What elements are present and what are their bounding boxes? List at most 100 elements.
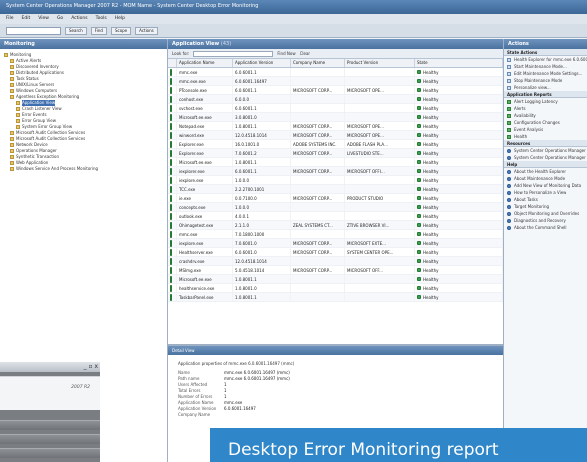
table-row[interactable]: PTconsole.exe 6.0.6001.1 MICROSOFT CORP...…	[168, 86, 503, 95]
state-cell: Healthy	[415, 212, 503, 220]
toolbar-actions-button[interactable]: Actions	[135, 26, 158, 35]
table-row[interactable]: Explorer.exe 16.0.1001.0 ADOBE SYSTEMS INC…	[168, 140, 503, 149]
menu-item-edit[interactable]: Edit	[22, 16, 31, 22]
action-item[interactable]: Stop Maintenance Mode	[504, 77, 587, 84]
action-item[interactable]: Diagnostics and Recovery	[504, 217, 587, 224]
action-item[interactable]: Personalize view...	[504, 84, 587, 91]
toolbar-scope-button[interactable]: Scope	[110, 26, 132, 35]
table-cell: MICROSOFT OPE...	[345, 131, 415, 139]
healthy-check-icon	[417, 70, 421, 74]
table-row[interactable]: concepts.exe 1.0.0.0 Healthy	[168, 203, 503, 212]
menu-item-help[interactable]: Help	[115, 16, 125, 22]
action-item[interactable]: About the Health Explorer	[504, 168, 587, 175]
overlay-text: 2007 R2	[71, 385, 90, 390]
table-row[interactable]: Microsoft.ee.exe 3.0.8001.0 Healthy	[168, 113, 503, 122]
application-icon	[170, 123, 172, 130]
table-row[interactable]: Notepad.exe 1.0.8001.1 MICROSOFT CORP... MI…	[168, 122, 503, 131]
table-row[interactable]: mmc.exe 6.0.6001.1 Healthy	[168, 68, 503, 77]
table-cell: MICROSOFT CORP...	[291, 131, 345, 139]
help-icon	[507, 211, 511, 216]
table-row[interactable]: TCC.exe 2.2.2700.1001 Healthy	[168, 185, 503, 194]
table-row[interactable]: healthservice.exe 1.0.8001.0 Healthy	[168, 284, 503, 293]
action-item[interactable]: System Center Operations Manager Online	[504, 154, 587, 161]
table-cell	[345, 203, 415, 211]
table-row[interactable]: Microsoft.ee.exe 1.0.8001.1 Healthy	[168, 158, 503, 167]
menu-item-view[interactable]: View	[38, 16, 49, 22]
table-cell: SYSTEM CENTER OPE...	[345, 248, 415, 256]
application-icon	[170, 258, 172, 265]
column-header[interactable]: Company Name	[291, 59, 345, 67]
table-cell: 1.0.8001.1	[233, 293, 291, 301]
table-row[interactable]: iexplorer.exe 6.0.6001.1 MICROSOFT CORP...…	[168, 167, 503, 176]
table-cell: TCC.exe	[177, 185, 233, 193]
action-item[interactable]: Event Analysis	[504, 126, 587, 133]
toolbar-search-button[interactable]: Search	[65, 26, 87, 35]
row-icon-cell	[168, 131, 177, 139]
column-header[interactable]	[168, 59, 177, 67]
table-row[interactable]: TaskbarPanel.exe 1.0.8001.1 Healthy	[168, 293, 503, 302]
action-item[interactable]: Availability	[504, 112, 587, 119]
table-row[interactable]: crashdrv.exe 12.0.4518.1014 Healthy	[168, 257, 503, 266]
state-label: Healthy	[423, 258, 439, 264]
banner-text: Desktop Error Monitoring report	[228, 440, 499, 460]
folder-icon	[10, 89, 14, 93]
action-item[interactable]: How to Personalize a View	[504, 189, 587, 196]
menu-item-tools[interactable]: Tools	[96, 16, 107, 22]
table-row[interactable]: mmc.exe 7.0.1800.1000 Healthy	[168, 230, 503, 239]
table-row[interactable]: iexplore.exe 7.0.6001.0 MICROSOFT CORP... M…	[168, 239, 503, 248]
menu-item-actions[interactable]: Actions	[71, 16, 87, 22]
table-cell: 7.0.6001.2	[233, 149, 291, 157]
menu-item-file[interactable]: File	[6, 16, 14, 22]
state-cell: Healthy	[415, 194, 503, 202]
table-row[interactable]: winword.exe 12.0.4518.1014 MICROSOFT CORP.…	[168, 131, 503, 140]
column-header[interactable]: Application Name	[177, 59, 233, 67]
find-now-button[interactable]: Find Now	[277, 51, 295, 57]
view-title: Application View	[172, 41, 220, 47]
table-row[interactable]: iexplore.exe 1.0.0.0 Healthy	[168, 176, 503, 185]
action-item[interactable]: About Maintenance Mode	[504, 175, 587, 182]
look-for-input[interactable]	[193, 50, 274, 57]
task-icon	[507, 64, 511, 69]
table-row[interactable]: Healthserver.exe 6.0.6001.0 MICROSOFT CORP…	[168, 248, 503, 257]
window-controls[interactable]: _ ▫ x	[84, 363, 98, 370]
action-item[interactable]: Add New View of Monitoring Data	[504, 182, 587, 189]
table-row[interactable]: MSImg.exe 5.0.4518.1014 MICROSOFT CORP... M…	[168, 266, 503, 275]
table-row[interactable]: mmc.exe.exe 6.0.6001.16497 Healthy	[168, 77, 503, 86]
action-item[interactable]: Health	[504, 133, 587, 140]
overlay-bar	[0, 420, 100, 430]
column-header[interactable]: Product Version	[345, 59, 415, 67]
table-cell: Explorer.exe	[177, 140, 233, 148]
column-header[interactable]: Application Version	[233, 59, 291, 67]
table-cell	[345, 257, 415, 265]
actions-section-title: Application Reports	[504, 91, 587, 98]
row-icon-cell	[168, 104, 177, 112]
action-item[interactable]: About Tasks	[504, 196, 587, 203]
table-row[interactable]: ie.exe 0.0.7100.0 MICROSOFT CORP... PRODUCT…	[168, 194, 503, 203]
action-item[interactable]: Target Monitoring	[504, 203, 587, 210]
table-row[interactable]: conhost.exe 6.0.0.0 Healthy	[168, 95, 503, 104]
table-row[interactable]: Microsoft.ee.exe 1.0.8001.1 Healthy	[168, 275, 503, 284]
healthy-check-icon	[417, 79, 421, 83]
menu-item-go[interactable]: Go	[57, 16, 63, 22]
table-row[interactable]: outlook.exe 4.0.0.1 Healthy	[168, 212, 503, 221]
clear-button[interactable]: Clear	[300, 51, 310, 57]
table-row[interactable]: Ohimagetest.exe 2.1.1.0 ZEAL SYSTEMS CT...…	[168, 221, 503, 230]
table-row[interactable]: svchost.exe 6.0.6001.1 Healthy	[168, 104, 503, 113]
action-item[interactable]: Alert Logging Latency	[504, 98, 587, 105]
toolbar-find-button[interactable]: Find	[90, 26, 107, 35]
application-icon	[170, 177, 172, 184]
row-icon-cell	[168, 167, 177, 175]
action-item[interactable]: Start Maintenance Mode...	[504, 63, 587, 70]
search-input[interactable]	[6, 26, 61, 35]
action-item[interactable]: Edit Maintenance Mode Settings...	[504, 70, 587, 77]
action-item[interactable]: About the Command Shell	[504, 224, 587, 231]
action-item[interactable]: Object Monitoring and Overrides	[504, 210, 587, 217]
action-item[interactable]: System Center Operations Manager Online	[504, 147, 587, 154]
action-item[interactable]: Health Explorer for mmc.exe 6.0.6001.164…	[504, 56, 587, 63]
column-header[interactable]: State	[415, 59, 503, 67]
action-item[interactable]: Alerts	[504, 105, 587, 112]
application-icon	[170, 213, 172, 220]
tree-item[interactable]: Windows Service And Process Monitoring	[0, 166, 167, 172]
action-item[interactable]: Configuration Changes	[504, 119, 587, 126]
table-row[interactable]: Explorer.exe 7.0.6001.2 MICROSOFT CORP... L…	[168, 149, 503, 158]
